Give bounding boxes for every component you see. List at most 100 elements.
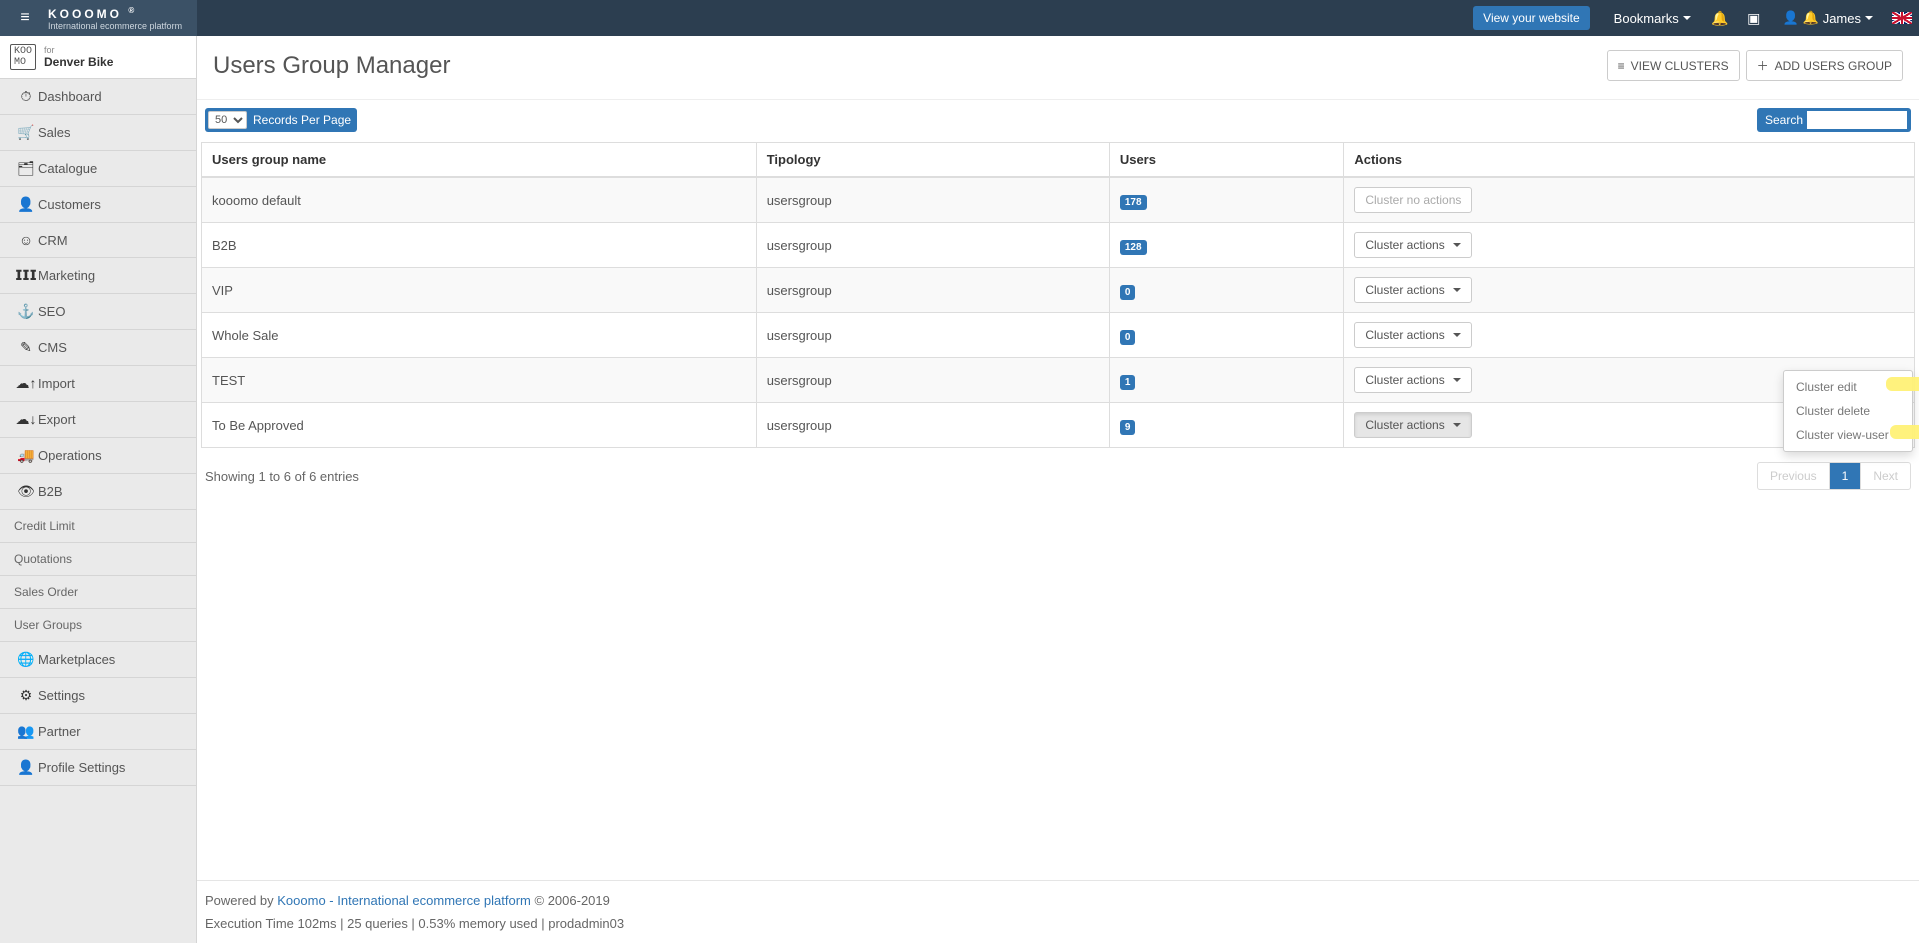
sidebar-item[interactable]: ✎CMS <box>0 330 196 366</box>
sidebar-subitem[interactable]: User Groups <box>0 609 196 642</box>
users-badge: 0 <box>1120 285 1136 300</box>
footer: Powered by Kooomo - International ecomme… <box>197 880 1919 943</box>
edit-icon: ✎ <box>14 339 38 356</box>
column-header[interactable]: Tipology <box>756 143 1109 178</box>
nav-label: Operations <box>38 448 102 463</box>
cell-tipology: usersgroup <box>756 268 1109 313</box>
user-icon: 👤 <box>14 196 38 213</box>
nav-label: Dashboard <box>38 89 102 104</box>
user-menu[interactable]: 👤 🔔 James <box>1771 0 1885 36</box>
sidebar-item[interactable]: ☁↑Import <box>0 366 196 402</box>
cell-users: 1 <box>1109 358 1344 403</box>
nav-label: SEO <box>38 304 65 319</box>
sidebar-item[interactable]: 👥Partner <box>0 714 196 750</box>
hamburger-icon[interactable]: ≡ <box>10 9 40 27</box>
search-label: Search <box>1765 113 1803 127</box>
sidebar-item[interactable]: 🛒Sales <box>0 115 196 151</box>
nav-label: B2B <box>38 484 63 499</box>
sidebar-subitem[interactable]: Sales Order <box>0 576 196 609</box>
add-users-group-button[interactable]: ＋ADD USERS GROUP <box>1746 50 1903 81</box>
dropdown-item[interactable]: Cluster delete <box>1784 399 1912 423</box>
cluster-actions-button[interactable]: Cluster actions <box>1354 232 1471 258</box>
sidebar-item[interactable]: 🌐Marketplaces <box>0 642 196 678</box>
uk-flag-icon <box>1892 12 1912 24</box>
sidebar-item[interactable]: 𝗜𝗜𝗜Marketing <box>0 258 196 294</box>
cell-users: 178 <box>1109 177 1344 223</box>
plus-icon: ＋ <box>1757 57 1769 74</box>
sidebar-item[interactable]: 🗂Catalogue <box>0 151 196 187</box>
sidebar-item[interactable]: 👤Customers <box>0 187 196 223</box>
search-box: Search <box>1757 108 1911 132</box>
column-header[interactable]: Users group name <box>202 143 757 178</box>
view-website-button[interactable]: View your website <box>1473 6 1590 30</box>
pager-next[interactable]: Next <box>1860 463 1910 489</box>
sidebar-item[interactable]: ⏱Dashboard <box>0 79 196 115</box>
sidebar-item[interactable]: ⚙Settings <box>0 678 196 714</box>
search-input[interactable] <box>1807 111 1907 129</box>
pager-page-1[interactable]: 1 <box>1829 463 1861 489</box>
users-badge: 0 <box>1120 330 1136 345</box>
sidebar-subitem[interactable]: Quotations <box>0 543 196 576</box>
cell-group-name: B2B <box>202 223 757 268</box>
users-icon: 👥 <box>14 723 38 740</box>
records-select[interactable]: 50 <box>208 111 247 129</box>
cell-users: 0 <box>1109 313 1344 358</box>
nav-label: Quotations <box>14 552 72 566</box>
cluster-actions-dropdown: Cluster editCluster deleteCluster view-u… <box>1783 370 1913 452</box>
cell-tipology: usersgroup <box>756 403 1109 448</box>
cell-users: 128 <box>1109 223 1344 268</box>
nav-label: Marketplaces <box>38 652 115 667</box>
footer-exec-info: Execution Time 102ms | 25 queries | 0.53… <box>205 916 1911 931</box>
main-content: Users Group Manager ≡VIEW CLUSTERS ＋ADD … <box>197 36 1919 943</box>
nav-label: Profile Settings <box>38 760 125 775</box>
cluster-actions-button[interactable]: Cluster actions <box>1354 322 1471 348</box>
cell-tipology: usersgroup <box>756 223 1109 268</box>
bookmarks-menu[interactable]: Bookmarks <box>1602 0 1703 36</box>
footer-link[interactable]: Kooomo - International ecommerce platfor… <box>277 893 531 908</box>
store-logo-icon: KOOMO <box>10 44 36 70</box>
sidebar-item[interactable]: 👤Profile Settings <box>0 750 196 786</box>
gear-icon: ⚙ <box>14 687 38 704</box>
column-header[interactable]: Users <box>1109 143 1344 178</box>
brand-box: ≡ KOOOMO ® International ecommerce platf… <box>0 0 197 36</box>
store-icon[interactable]: ▣ <box>1737 0 1771 36</box>
notification-bell-icon[interactable]: 🔔 <box>1703 0 1737 36</box>
cloud-up-icon: ☁↑ <box>14 375 38 392</box>
cluster-actions-button[interactable]: Cluster actions <box>1354 367 1471 393</box>
sidebar-item[interactable]: ☺CRM <box>0 223 196 258</box>
cluster-actions-button: Cluster no actions <box>1354 187 1472 213</box>
dropdown-item[interactable]: Cluster edit <box>1784 375 1912 399</box>
column-header[interactable]: Actions <box>1344 143 1915 178</box>
folder-icon: 🗂 <box>14 160 38 177</box>
table-row: B2Busersgroup128 Cluster actions <box>202 223 1915 268</box>
eye-icon: 👁 <box>14 483 38 500</box>
store-selector[interactable]: KOOMO for Denver Bike <box>0 36 196 79</box>
nav-label: CMS <box>38 340 67 355</box>
top-header: ≡ KOOOMO ® International ecommerce platf… <box>0 0 1919 36</box>
cluster-actions-button[interactable]: Cluster actions <box>1354 412 1471 438</box>
cell-users: 0 <box>1109 268 1344 313</box>
brand-subtitle: International ecommerce platform <box>48 21 182 31</box>
sidebar-item[interactable]: 👁B2B <box>0 474 196 510</box>
user-icon: 👤 <box>14 759 38 776</box>
cell-tipology: usersgroup <box>756 177 1109 223</box>
cell-actions: Cluster no actions <box>1344 177 1915 223</box>
dash-icon: ⏱ <box>14 88 38 105</box>
language-flag[interactable] <box>1885 0 1919 36</box>
table-row: TESTusersgroup1Cluster actions <box>202 358 1915 403</box>
sidebar-item[interactable]: ⚓SEO <box>0 294 196 330</box>
sidebar-subitem[interactable]: Credit Limit <box>0 510 196 543</box>
dropdown-item[interactable]: Cluster view-user <box>1784 423 1912 447</box>
cluster-actions-button[interactable]: Cluster actions <box>1354 277 1471 303</box>
pager-previous[interactable]: Previous <box>1758 463 1829 489</box>
records-label: Records Per Page <box>253 113 351 127</box>
globe-icon: 🌐 <box>14 651 38 668</box>
view-clusters-button[interactable]: ≡VIEW CLUSTERS <box>1607 50 1740 81</box>
cell-group-name: kooomo default <box>202 177 757 223</box>
nav-label: CRM <box>38 233 68 248</box>
cell-group-name: Whole Sale <box>202 313 757 358</box>
sidebar-item[interactable]: ☁↓Export <box>0 402 196 438</box>
cell-users: 9 <box>1109 403 1344 448</box>
nav-label: Export <box>38 412 76 427</box>
sidebar-item[interactable]: 🚚Operations <box>0 438 196 474</box>
